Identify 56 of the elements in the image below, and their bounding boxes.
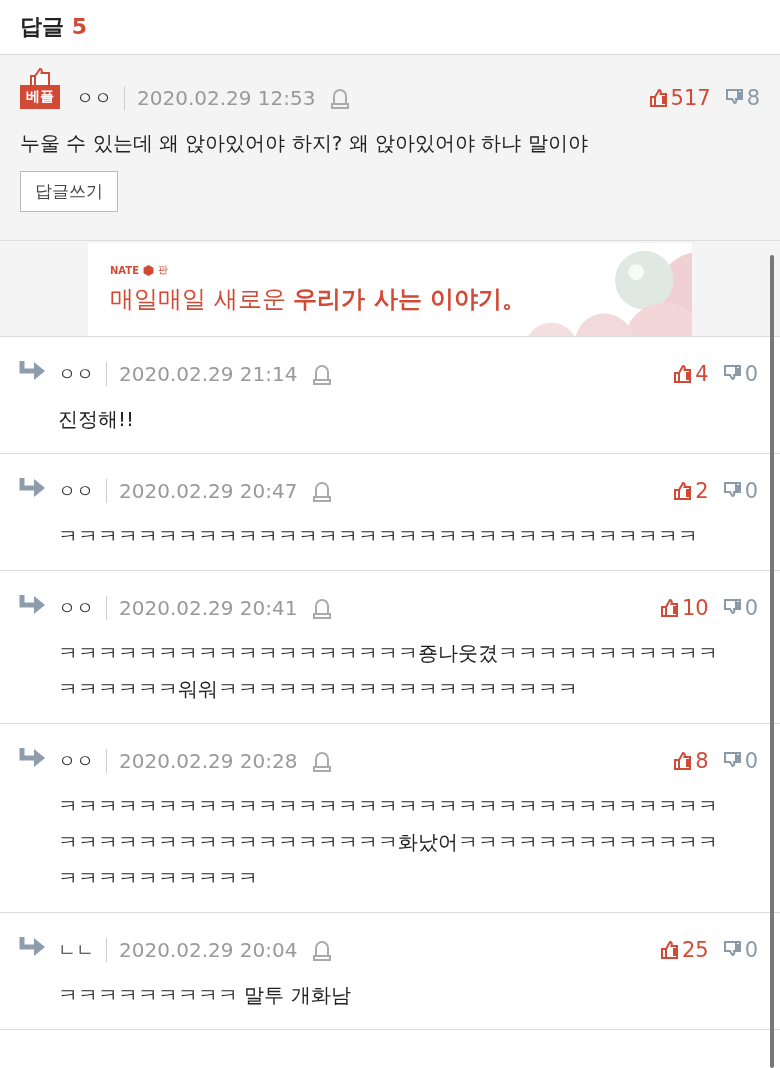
author-name: ㅇㅇ <box>76 86 125 110</box>
upvote-count[interactable]: 8 <box>695 749 709 773</box>
ad-headline: 매일매일 새로운 우리가 사는 이야기。 <box>110 284 526 315</box>
downvote-count[interactable]: 0 <box>744 362 758 386</box>
report-bell-icon[interactable] <box>311 750 332 772</box>
reply-arrow-icon <box>18 935 46 957</box>
author-name: ㅇㅇ <box>58 479 107 503</box>
reply-arrow-icon <box>18 746 46 768</box>
upvote-count[interactable]: 25 <box>681 938 709 962</box>
reply-arrow-icon <box>18 359 46 381</box>
downvote-count[interactable]: 0 <box>744 479 758 503</box>
thumbs-up-icon <box>673 751 694 771</box>
comment-text: 진정해!! <box>57 406 136 433</box>
downvote-count[interactable]: 0 <box>744 938 758 962</box>
comment-date: 2020.02.29 21:14 <box>119 362 298 386</box>
upvote-count[interactable]: 10 <box>681 596 709 620</box>
brand-logo: NATE <box>110 264 139 276</box>
best-badge: 베플 <box>20 85 60 109</box>
upvote-count[interactable]: 2 <box>695 479 709 503</box>
comment-date: 2020.02.29 20:28 <box>119 749 298 773</box>
hexagon-icon <box>143 264 154 276</box>
thumbs-up-icon <box>673 364 694 384</box>
reply-arrow-icon <box>18 476 46 498</box>
report-bell-icon[interactable] <box>311 363 332 385</box>
author-name: ㄴㄴ <box>58 938 107 962</box>
replies-heading: 답글 5 <box>20 13 87 41</box>
comment-text: ㅋㅋㅋㅋㅋㅋㅋㅋㅋ 말투 개화남 <box>57 982 352 1009</box>
scrollbar[interactable] <box>770 255 774 1068</box>
upvote-count[interactable]: 4 <box>695 362 709 386</box>
comment-text: ㅋㅋㅋㅋㅋㅋㅋㅋㅋㅋㅋㅋㅋㅋㅋㅋㅋㅋㅋㅋㅋㅋㅋㅋㅋㅋㅋㅋㅋㅋㅋㅋㅋㅋㅋㅋㅋㅋㅋㅋㅋㅋㅋㅋㅋㅋㅋㅋㅋㅋ화났어ㅋㅋㅋㅋㅋㅋㅋㅋㅋㅋㅋㅋㅋㅋㅋㅋㅋㅋㅋㅋㅋㅋㅋ <box>57 793 719 892</box>
thumbs-up-icon <box>659 598 680 618</box>
report-bell-icon[interactable] <box>311 939 332 961</box>
comment-date: 2020.02.29 20:04 <box>119 938 298 962</box>
brand-suffix: 판 <box>158 263 168 277</box>
downvote-count[interactable]: 8 <box>746 86 760 110</box>
comment-text: ㅋㅋㅋㅋㅋㅋㅋㅋㅋㅋㅋㅋㅋㅋㅋㅋㅋㅋㅋㅋㅋㅋㅋㅋㅋㅋㅋㅋㅋㅋㅋㅋ <box>57 523 699 550</box>
author-name: ㅇㅇ <box>58 362 107 386</box>
report-bell-icon[interactable] <box>329 87 350 109</box>
upvote-count[interactable]: 517 <box>670 86 711 110</box>
comment-date: 2020.02.29 12:53 <box>137 86 316 110</box>
thumbs-up-icon <box>673 481 694 501</box>
comment-date: 2020.02.29 20:41 <box>119 596 298 620</box>
comment-text: 누울 수 있는데 왜 앉아있어야 하지? 왜 앉아있어야 하냐 말이야 <box>20 130 589 157</box>
report-bell-icon[interactable] <box>311 597 332 619</box>
author-name: ㅇㅇ <box>58 596 107 620</box>
author-name: ㅇㅇ <box>58 749 107 773</box>
downvote-count[interactable]: 0 <box>744 596 758 620</box>
thumbs-up-icon <box>648 88 669 108</box>
reply-arrow-icon <box>18 593 46 615</box>
reply-button[interactable]: 답글쓰기 <box>20 171 118 212</box>
ad-banner[interactable]: NATE 판 매일매일 새로운 우리가 사는 이야기。 <box>88 243 692 336</box>
report-bell-icon[interactable] <box>311 480 332 502</box>
comment-text: ㅋㅋㅋㅋㅋㅋㅋㅋㅋㅋㅋㅋㅋㅋㅋㅋㅋㅋ죵나웃겼ㅋㅋㅋㅋㅋㅋㅋㅋㅋㅋㅋㅋㅋㅋㅋㅋㅋ워워ㅋㅋㅋㅋㅋㅋㅋㅋㅋㅋㅋㅋㅋㅋㅋㅋㅋㅋ <box>57 640 719 703</box>
thumbs-up-icon <box>659 940 680 960</box>
comment-date: 2020.02.29 20:47 <box>119 479 298 503</box>
downvote-count[interactable]: 0 <box>744 749 758 773</box>
